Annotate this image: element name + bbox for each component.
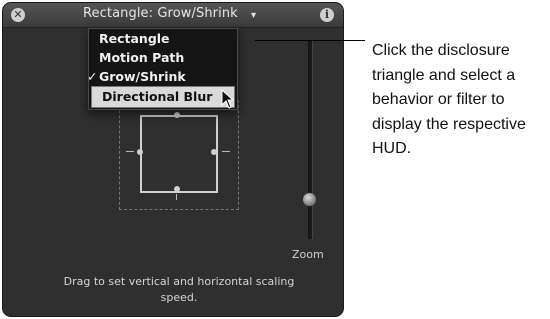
menu-item-motion-path[interactable]: Motion Path: [89, 48, 237, 68]
callout-text: Click the disclosure triangle and select…: [372, 42, 526, 157]
hud-window: ✕ Rectangle: Grow/Shrink ▾ i Zoom Drag t…: [3, 3, 343, 316]
callout-leader-line-extension: [343, 40, 365, 41]
menu-item-rectangle[interactable]: Rectangle: [89, 29, 237, 49]
right-tick: [222, 151, 230, 152]
menu-item-grow-shrink[interactable]: ✓ Grow/Shrink: [87, 67, 237, 87]
right-handle[interactable]: [211, 149, 217, 155]
menu-item-directional-blur[interactable]: Directional Blur: [91, 86, 235, 108]
menu-item-label: Directional Blur: [102, 89, 213, 104]
zoom-slider-knob[interactable]: [303, 193, 316, 207]
check-icon: ✓: [87, 69, 98, 84]
scale-box[interactable]: [140, 115, 218, 193]
bottom-tick: [176, 194, 177, 200]
hud-titlebar: ✕ Rectangle: Grow/Shrink ▾ i: [3, 3, 343, 28]
behavior-dropdown-menu: Rectangle Motion Path ✓ Grow/Shrink Direc…: [87, 28, 238, 110]
pointer-cursor-icon: [221, 89, 235, 109]
left-handle[interactable]: [137, 149, 143, 155]
menu-item-label: Grow/Shrink: [99, 69, 186, 84]
bottom-handle[interactable]: [174, 186, 180, 192]
close-icon[interactable]: ✕: [11, 8, 25, 22]
top-handle[interactable]: [174, 112, 180, 118]
hud-title[interactable]: Rectangle: Grow/Shrink: [83, 6, 238, 21]
instruction-text: Drag to set vertical and horizontal scal…: [63, 275, 295, 304]
zoom-slider-track[interactable]: [308, 41, 313, 239]
info-icon[interactable]: i: [320, 8, 334, 22]
callout-leader-line: [255, 40, 343, 41]
zoom-label: Zoom: [292, 248, 324, 261]
disclosure-triangle-icon[interactable]: ▾: [251, 10, 256, 21]
menu-item-label: Motion Path: [99, 50, 185, 65]
left-tick: [126, 151, 134, 152]
menu-item-label: Rectangle: [99, 31, 170, 46]
